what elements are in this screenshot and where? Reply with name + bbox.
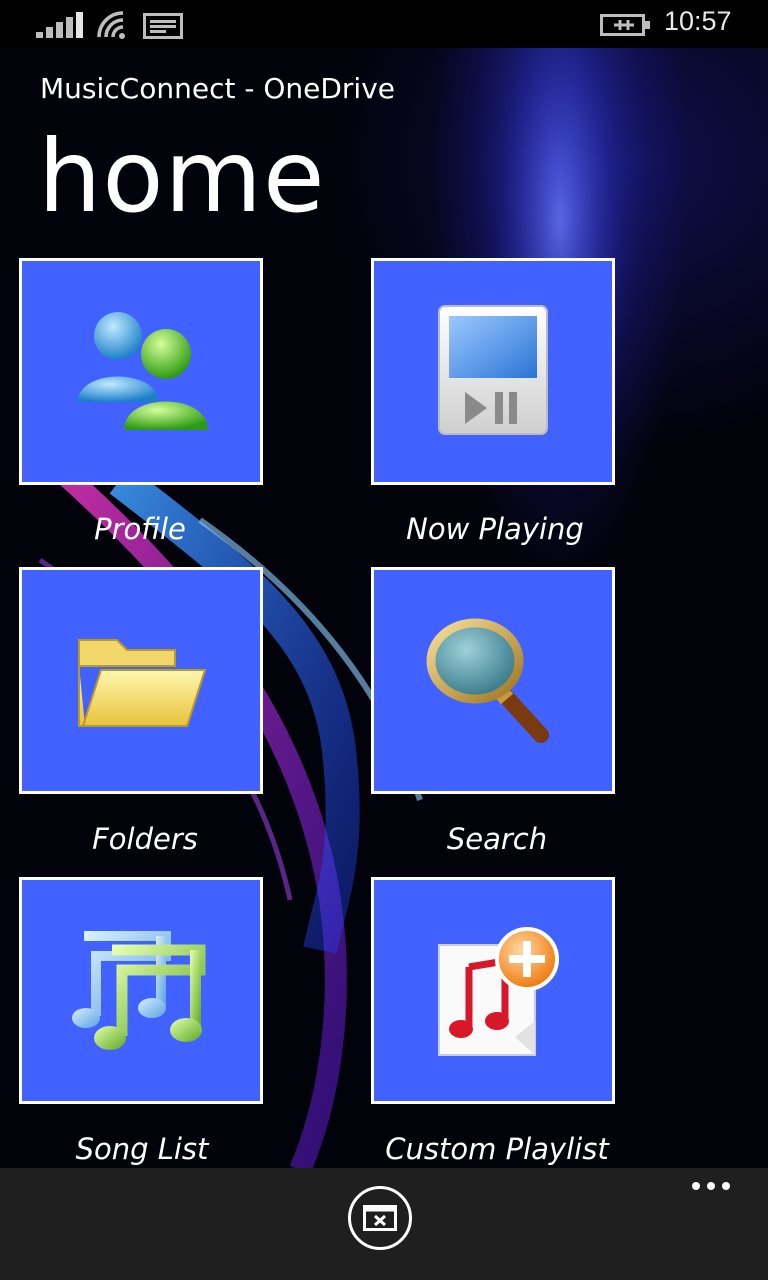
ellipsis-icon bbox=[692, 1182, 700, 1190]
song-list-tile[interactable] bbox=[19, 877, 263, 1104]
search-tile[interactable] bbox=[371, 567, 615, 794]
profile-users-icon bbox=[78, 311, 208, 430]
wifi-icon bbox=[97, 11, 125, 39]
app-title: MusicConnect - OneDrive bbox=[40, 72, 396, 105]
search-label: Search bbox=[446, 822, 548, 856]
music-notes-icon bbox=[72, 930, 206, 1050]
status-bar: 10:57 bbox=[0, 0, 768, 48]
clock-time: 10:57 bbox=[664, 6, 732, 36]
custom-playlist-tile[interactable] bbox=[371, 877, 615, 1104]
magnifier-icon bbox=[426, 618, 549, 743]
signal-icon bbox=[36, 12, 83, 38]
more-options-button[interactable] bbox=[692, 1182, 730, 1190]
page-title: home bbox=[38, 118, 326, 235]
profile-tile[interactable] bbox=[19, 258, 263, 485]
song-list-label: Song List bbox=[75, 1132, 209, 1166]
folders-label: Folders bbox=[92, 822, 198, 856]
close-app-button[interactable] bbox=[348, 1186, 412, 1250]
now-playing-label: Now Playing bbox=[406, 512, 584, 546]
battery-charging-icon bbox=[600, 14, 650, 36]
add-playlist-icon bbox=[438, 926, 559, 1056]
close-window-icon bbox=[363, 1205, 397, 1231]
message-icon bbox=[143, 13, 183, 39]
now-playing-tile[interactable] bbox=[371, 258, 615, 485]
folder-icon bbox=[78, 638, 207, 727]
folders-tile[interactable] bbox=[19, 567, 263, 794]
app-bar bbox=[0, 1168, 768, 1280]
media-player-icon bbox=[438, 304, 548, 435]
profile-label: Profile bbox=[94, 512, 186, 546]
custom-playlist-label: Custom Playlist bbox=[385, 1132, 609, 1166]
